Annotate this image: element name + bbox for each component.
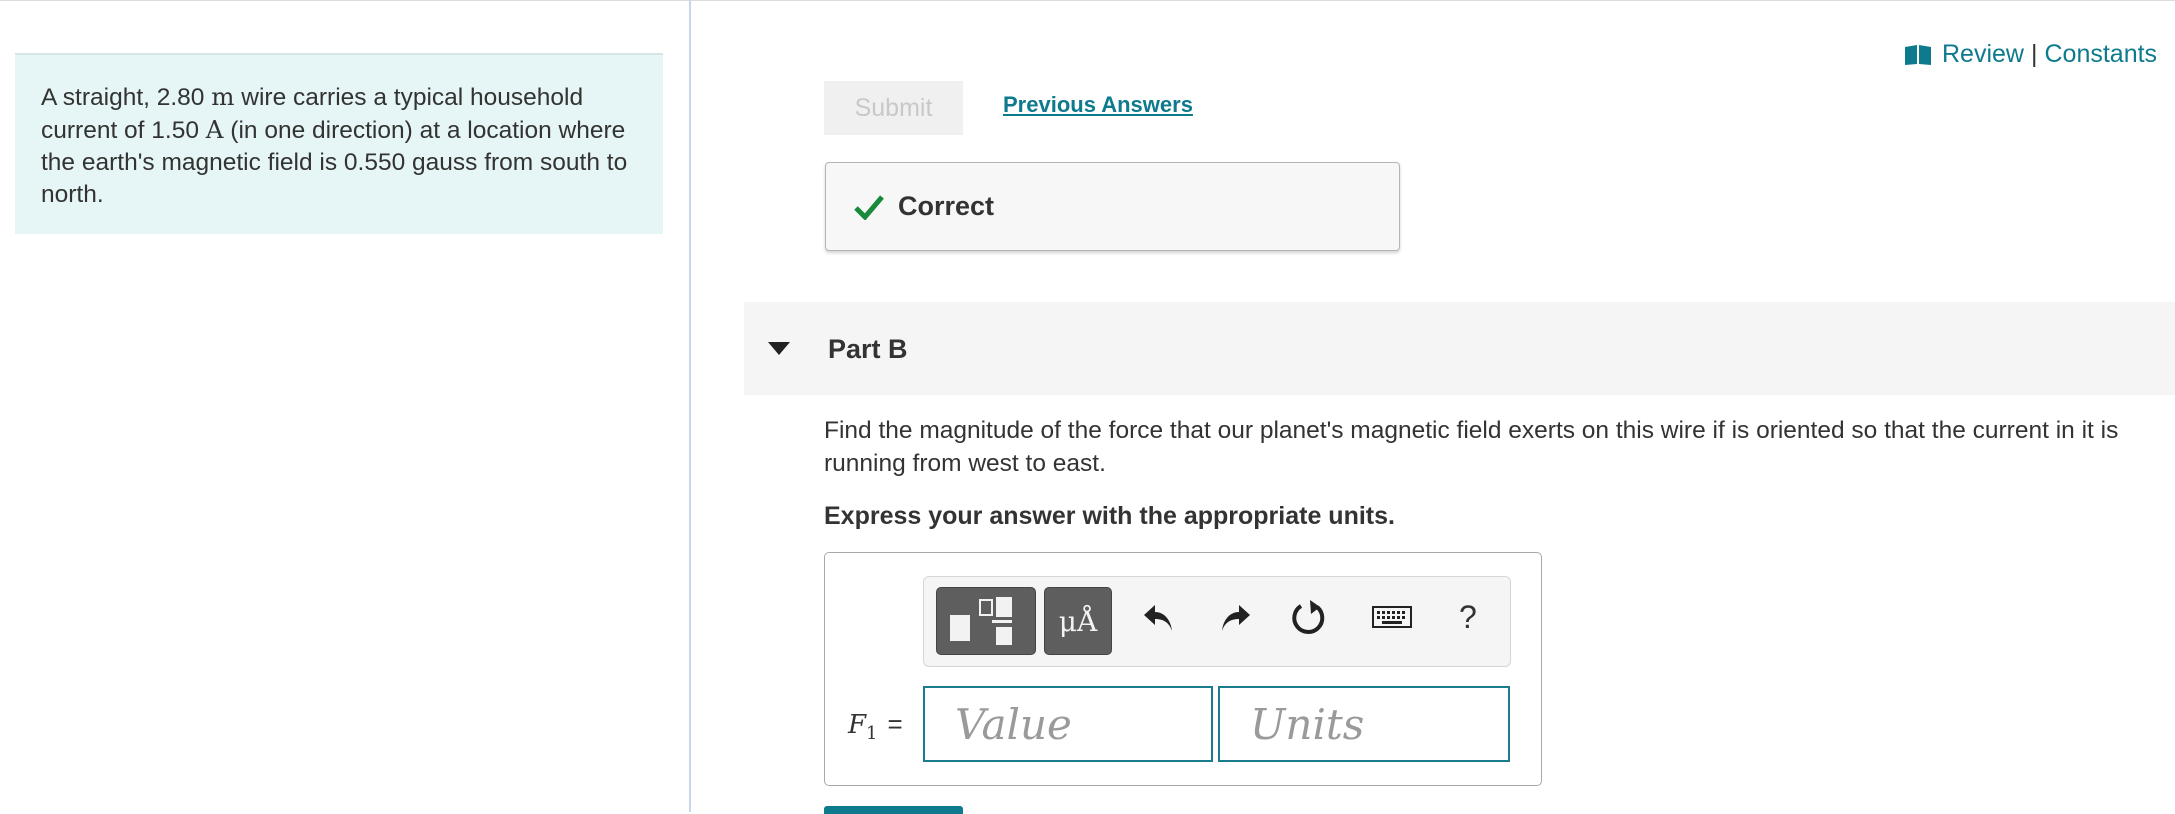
pane-divider (689, 0, 691, 812)
problem-text-1: A straight, 2.80 (41, 84, 212, 111)
feedback-correct-box: Correct (825, 162, 1400, 251)
math-toolbar: μÅ ? (923, 576, 1511, 667)
variable-symbol: F (848, 710, 867, 740)
review-link[interactable]: Review (1942, 40, 2024, 69)
redo-icon[interactable] (1218, 601, 1252, 640)
top-border (0, 0, 2175, 1)
book-icon (1904, 44, 1932, 66)
keyboard-icon[interactable] (1372, 603, 1412, 636)
units-button[interactable]: μÅ (1044, 587, 1112, 655)
undo-icon[interactable] (1142, 601, 1176, 640)
collapse-caret-icon[interactable] (768, 342, 790, 360)
answer-input-panel: μÅ ? F1 = Value Units (824, 552, 1542, 786)
submit-button-disabled: Submit (824, 81, 963, 135)
checkmark-icon (854, 194, 884, 220)
constants-link[interactable]: Constants (2044, 40, 2157, 69)
submit-button-partial[interactable] (824, 806, 963, 814)
reset-icon[interactable] (1289, 599, 1327, 642)
part-b-header[interactable]: Part B (744, 302, 2175, 395)
part-b-instruction: Express your answer with the appropriate… (824, 502, 1395, 530)
value-input[interactable]: Value (923, 686, 1213, 762)
templates-button[interactable] (936, 587, 1036, 655)
problem-unit-amperes: A (205, 115, 224, 144)
separator: | (2030, 40, 2038, 68)
part-b-question: Find the magnitude of the force that our… (824, 417, 2119, 477)
units-input[interactable]: Units (1218, 686, 1510, 762)
equals-sign: = (887, 709, 903, 739)
feedback-label: Correct (898, 191, 995, 221)
help-button[interactable]: ? (1459, 599, 1477, 636)
problem-statement: A straight, 2.80 m wire carries a typica… (15, 53, 663, 234)
problem-unit-meters: m (211, 82, 235, 111)
previous-answers-link[interactable]: Previous Answers (1003, 92, 1193, 118)
review-constants-links: Review | Constants (1904, 40, 2157, 69)
part-b-title: Part B (828, 334, 908, 364)
variable-subscript: 1 (866, 723, 878, 745)
variable-label: F1 = (848, 709, 903, 744)
